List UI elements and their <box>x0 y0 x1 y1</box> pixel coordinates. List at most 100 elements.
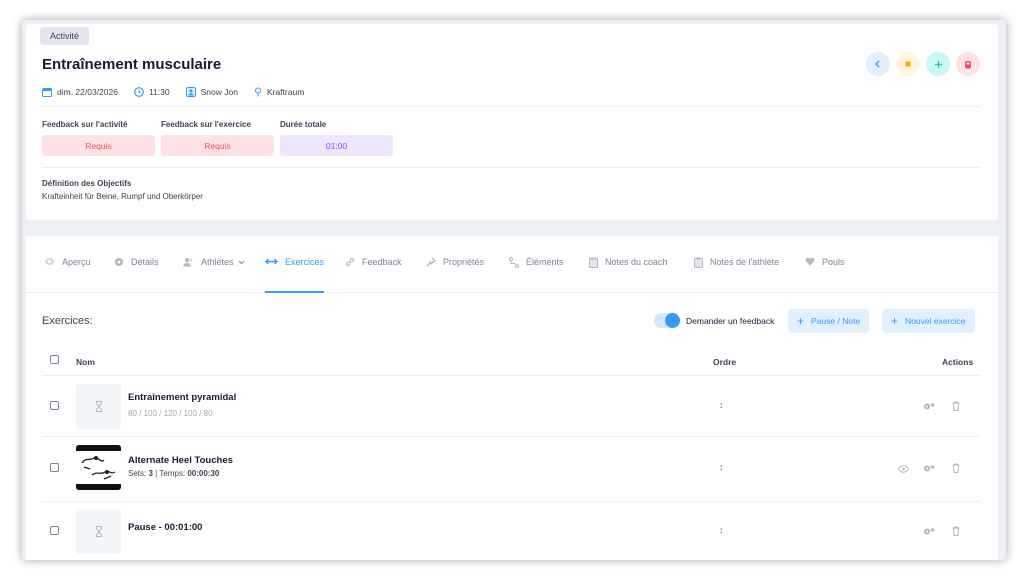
tab-notes-coach[interactable]: Notes du coach <box>589 257 668 293</box>
row-checkbox[interactable] <box>50 526 59 535</box>
clock-icon <box>134 87 144 97</box>
trash-icon[interactable] <box>952 526 960 536</box>
meta-location: Kraftraum <box>254 87 304 97</box>
page-title: Entraînement musculaire <box>42 56 222 73</box>
row-divider <box>42 501 980 502</box>
tab-athletes[interactable]: Athlètes <box>182 257 252 293</box>
feedback-toggle-group: Demander un feedback <box>654 313 774 328</box>
tab-feedback[interactable]: Feedback <box>345 257 402 293</box>
tab-exercices[interactable]: Exercices <box>265 257 325 293</box>
chevron-down-icon <box>238 260 244 265</box>
exercises-label: Exercices: <box>42 315 93 327</box>
users-icon <box>183 258 193 267</box>
tab-label: Pouls <box>822 257 845 267</box>
plus-icon <box>934 60 942 68</box>
stop-button[interactable] <box>896 52 920 76</box>
tab-label: Notes du coach <box>605 257 668 267</box>
drag-handle-icon[interactable]: ↕ <box>719 525 724 535</box>
exercise-thumbnail <box>76 509 121 554</box>
pause-note-label: Pause / Note <box>811 316 861 326</box>
tab-details[interactable]: Détails <box>114 257 159 293</box>
divider <box>42 167 980 168</box>
activity-header-card: Activité Entraînement musculaire dim. 22… <box>26 24 998 220</box>
feedback-exercise-label: Feedback sur l'exercice <box>161 120 251 129</box>
link-icon <box>346 258 354 266</box>
feedback-activity-value: Requis <box>42 135 155 156</box>
new-exercise-label: Nouvel exercice <box>905 316 966 326</box>
tab-label: Athlètes <box>201 257 234 267</box>
objectives-value: Krafteinheit für Beine, Rumpf und Oberkö… <box>42 192 203 201</box>
eye-icon[interactable] <box>898 465 909 473</box>
tab-notes-athlete[interactable]: Notes de l'athlète <box>694 257 779 293</box>
sets-value: 3 <box>148 469 153 478</box>
duration-label: Durée totale <box>280 120 327 129</box>
feedback-activity-label: Feedback sur l'activité <box>42 120 128 129</box>
hourglass-icon <box>95 526 102 537</box>
meta-time-text: 11:30 <box>148 87 170 97</box>
objectives-label: Définition des Objectifs <box>42 179 132 188</box>
meta-time: 11:30 <box>134 87 170 97</box>
meta-athlete: Snow Jon <box>185 87 238 97</box>
meta-date: dim. 22/03/2026 <box>42 87 118 97</box>
column-order: Ordre <box>713 357 737 367</box>
plus-icon: + <box>797 314 805 328</box>
settings-icon[interactable] <box>923 402 935 411</box>
trash-icon <box>965 60 971 68</box>
tab-label: Éléments <box>526 257 564 267</box>
exercise-details: 80 / 100 / 120 / 100 / 80 <box>128 409 213 418</box>
meta-location-text: Kraftraum <box>266 87 305 97</box>
clipboard-icon <box>589 257 598 268</box>
header-action-buttons <box>866 52 980 76</box>
drag-handle-icon[interactable]: ↕ <box>719 462 724 472</box>
exercise-thumbnail <box>76 445 121 490</box>
tab-elements[interactable]: Éléments <box>509 257 564 293</box>
plus-icon: + <box>891 314 899 328</box>
eye-icon <box>44 258 55 265</box>
exercise-thumbnail <box>76 384 121 429</box>
chevron-left-icon <box>875 60 880 68</box>
tab-label: Feedback <box>362 257 402 267</box>
trash-icon[interactable] <box>952 401 960 411</box>
user-icon <box>185 87 196 97</box>
settings-icon[interactable] <box>923 464 935 473</box>
activity-badge: Activité <box>40 27 90 45</box>
select-all-checkbox[interactable] <box>50 355 59 364</box>
exercise-name: Alternate Heel Touches <box>128 455 233 466</box>
gear-icon <box>115 258 123 266</box>
pin-icon <box>426 257 436 267</box>
meta-athlete-text: Snow Jon <box>200 87 238 97</box>
tab-pouls[interactable]: Pouls <box>805 257 845 293</box>
tab-label: Notes de l'athlète <box>710 257 780 267</box>
pause-note-button[interactable]: + Pause / Note <box>788 309 870 333</box>
request-feedback-toggle[interactable] <box>654 313 680 328</box>
tab-apercu[interactable]: Aperçu <box>44 257 91 293</box>
stop-icon <box>905 61 911 67</box>
new-exercise-button[interactable]: + Nouvel exercice <box>882 309 975 333</box>
row-checkbox[interactable] <box>50 463 59 472</box>
back-button[interactable] <box>866 52 890 76</box>
tab-bar: Aperçu Détails Athlètes Exercices Feedba… <box>26 236 998 293</box>
exercise-name: Pause - 00:01:00 <box>128 522 203 533</box>
hourglass-icon <box>95 401 102 412</box>
add-button[interactable] <box>926 52 950 76</box>
delete-activity-button[interactable] <box>956 52 980 76</box>
exercise-details: Sets: 3 | Temps: 00:00:30 <box>128 469 219 478</box>
toggle-knob <box>665 313 680 328</box>
exercise-image-icon <box>76 445 121 490</box>
settings-icon[interactable] <box>923 527 935 536</box>
exercises-card: Aperçu Détails Athlètes Exercices Feedba… <box>26 236 998 560</box>
location-pin-icon <box>254 87 261 97</box>
exercise-name: Entraînement pyramidal <box>128 392 237 403</box>
tab-label: Détails <box>131 257 159 267</box>
drag-handle-icon[interactable]: ↕ <box>719 400 724 410</box>
request-feedback-label: Demander un feedback <box>686 315 775 326</box>
app-window: Activité Entraînement musculaire dim. 22… <box>22 20 1006 560</box>
row-checkbox[interactable] <box>50 401 59 410</box>
trash-icon[interactable] <box>952 463 960 473</box>
time-value: 00:00:30 <box>187 469 220 478</box>
separator: | <box>155 469 158 478</box>
row-divider <box>42 436 980 437</box>
tab-proprietes[interactable]: Propriétés <box>426 257 484 293</box>
activity-meta: dim. 22/03/2026 11:30 Snow Jon Kraftraum <box>42 87 320 97</box>
arrows-h-icon <box>265 258 278 265</box>
